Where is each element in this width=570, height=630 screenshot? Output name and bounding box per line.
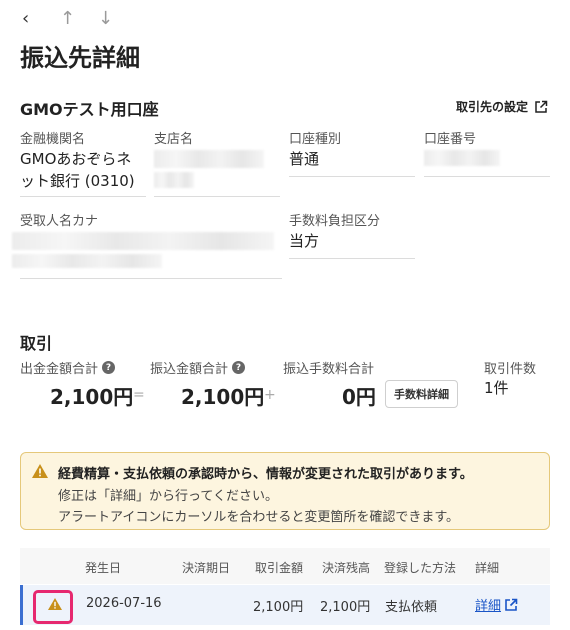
table-header: 発生日 決済期日 取引金額 決済残高 登録した方法 詳細 bbox=[20, 548, 550, 584]
help-icon[interactable]: ? bbox=[232, 361, 246, 374]
bank-label: 金融機関名 bbox=[20, 132, 86, 147]
payee-value bbox=[12, 230, 282, 279]
help-icon[interactable]: ? bbox=[102, 361, 116, 374]
fee-total-label: 振込手数料合計 bbox=[283, 362, 375, 377]
bank-value-line1: GMOあおぞらネ bbox=[20, 150, 132, 168]
plus-sign: + bbox=[264, 387, 276, 403]
row-detail-label: 詳細 bbox=[475, 599, 502, 614]
fee-detail-button[interactable]: 手数料詳細 bbox=[385, 380, 458, 408]
fee-bearer-value: 当方 bbox=[289, 230, 415, 259]
change-alert: 経費精算・支払依頼の承認時から、情報が変更された取引があります。 修正は「詳細」… bbox=[20, 452, 550, 530]
header-due-date[interactable]: 決済期日 bbox=[182, 559, 230, 576]
number-label: 口座番号 bbox=[424, 132, 477, 147]
type-value: 普通 bbox=[289, 148, 415, 177]
external-link-icon bbox=[505, 598, 518, 611]
alert-line-2: 修正は「詳細」から行ってください。 bbox=[58, 489, 278, 504]
header-detail: 詳細 bbox=[475, 561, 500, 575]
settings-link[interactable]: 取引先の設定 bbox=[456, 98, 548, 115]
out-total-label: 出金金額合計 ? bbox=[20, 358, 116, 377]
header-method[interactable]: 登録した方法 bbox=[384, 559, 456, 576]
count-label: 取引件数 bbox=[484, 362, 537, 377]
bank-value: GMOあおぞらネ ット銀行 (0310) bbox=[20, 148, 146, 197]
number-value bbox=[424, 148, 550, 177]
account-name: GMOテスト用口座 bbox=[20, 100, 159, 119]
row-detail-link[interactable]: 詳細 bbox=[475, 595, 518, 614]
alert-line-3: アラートアイコンにカーソルを合わせると変更箇所を確認できます。 bbox=[58, 510, 460, 525]
row-amount: 2,100円 bbox=[253, 600, 304, 615]
branch-redacted-2 bbox=[154, 172, 194, 188]
header-amount[interactable]: 取引金額 bbox=[255, 559, 303, 576]
header-balance[interactable]: 決済残高 bbox=[322, 559, 370, 576]
row-date: 2026-07-16 bbox=[86, 596, 162, 611]
alert-line-1: 経費精算・支払依頼の承認時から、情報が変更された取引があります。 bbox=[58, 467, 473, 482]
branch-redacted bbox=[154, 150, 264, 168]
transfer-total-label: 振込金額合計 ? bbox=[150, 358, 246, 377]
out-total-value: 2,100円 bbox=[50, 385, 134, 409]
warning-icon bbox=[32, 464, 48, 478]
fee-total-value: 0円 bbox=[342, 385, 376, 409]
row-method: 支払依頼 bbox=[385, 600, 438, 615]
equals-sign: = bbox=[133, 387, 145, 403]
header-date[interactable]: 発生日 bbox=[85, 559, 121, 576]
row-balance: 2,100円 bbox=[320, 600, 371, 615]
table-row[interactable]: 2026-07-16 2,100円 2,100円 支払依頼 詳細 bbox=[20, 585, 550, 625]
external-link-icon bbox=[535, 100, 548, 113]
type-label: 口座種別 bbox=[289, 132, 342, 147]
page-title: 振込先詳細 bbox=[20, 44, 140, 72]
back-button[interactable]: ‹ bbox=[22, 8, 29, 29]
settings-link-label: 取引先の設定 bbox=[455, 100, 528, 114]
prev-up-button[interactable]: ↑ bbox=[60, 8, 75, 29]
number-redacted bbox=[424, 150, 500, 166]
count-value: 1件 bbox=[484, 379, 509, 397]
next-down-button[interactable]: ↓ bbox=[98, 8, 113, 29]
transfer-total-value: 2,100円 bbox=[181, 385, 265, 409]
transfer-total-label-text: 振込金額合計 bbox=[150, 362, 229, 377]
payee-redacted bbox=[12, 232, 274, 250]
warning-highlight-box bbox=[33, 590, 73, 624]
payee-label: 受取人名カナ bbox=[20, 214, 99, 229]
branch-label: 支店名 bbox=[154, 132, 194, 147]
transactions-title: 取引 bbox=[20, 334, 53, 353]
payee-redacted-2 bbox=[12, 254, 162, 268]
fee-bearer-label: 手数料負担区分 bbox=[289, 214, 381, 229]
branch-value bbox=[154, 148, 280, 197]
bank-value-line2: ット銀行 (0310) bbox=[20, 172, 135, 190]
out-total-label-text: 出金金額合計 bbox=[20, 362, 99, 377]
